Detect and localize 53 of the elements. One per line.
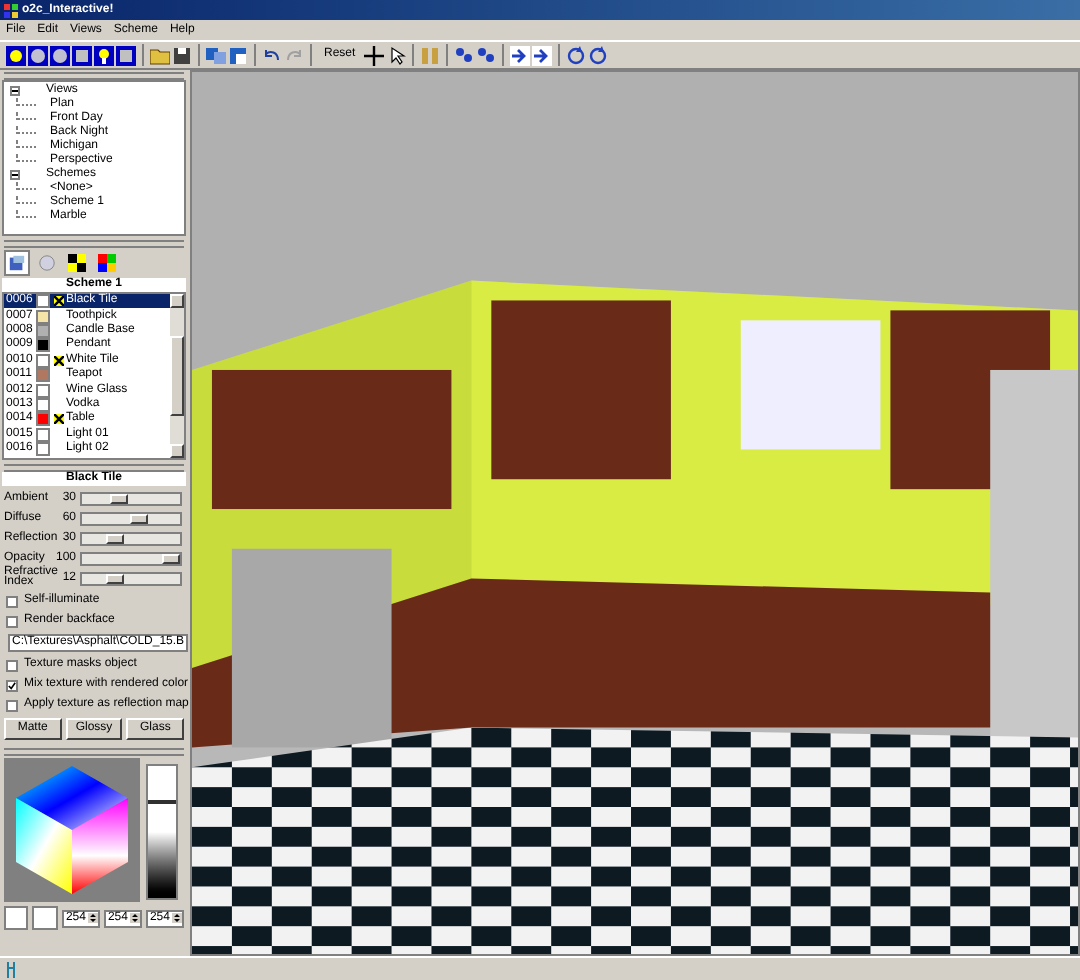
panel-grip[interactable] [4,240,184,248]
arrow-icon[interactable] [531,45,552,65]
slider-thumb[interactable] [130,513,148,523]
spin-arrows-icon[interactable] [129,910,140,926]
slider-track[interactable] [80,491,182,505]
slider-track[interactable] [80,571,182,585]
slider-thumb[interactable] [110,493,128,503]
checkbox[interactable] [6,659,18,671]
palette-icon [98,254,116,272]
cube-icon[interactable] [72,45,92,65]
light-icon[interactable] [6,45,26,65]
checker-icon [68,254,86,272]
refresh-icon[interactable] [587,45,608,65]
bulb-icon[interactable] [94,45,114,65]
sphere-icon[interactable] [50,45,70,65]
material-tab[interactable] [64,250,90,276]
slider-thumb[interactable] [106,573,124,583]
app-icon [4,3,18,17]
copy-icon[interactable] [206,45,226,65]
status-icon [6,961,16,977]
previous-color-swatch [32,906,58,930]
spin-arrows-icon[interactable] [171,910,182,926]
checkbox[interactable] [6,699,18,711]
refresh-icon[interactable] [565,45,586,65]
check-icon [8,681,16,689]
pointer-icon[interactable] [385,45,406,65]
expander[interactable] [10,170,20,180]
slider-thumb[interactable] [162,553,180,563]
panel-grip[interactable] [4,748,184,756]
color-cube-picker[interactable] [4,758,140,902]
panel-grip[interactable] [4,72,184,80]
paste-icon[interactable] [228,45,248,65]
spin-arrows-icon[interactable] [87,910,98,926]
sphere-icon[interactable] [28,45,48,65]
checkbox[interactable] [6,679,18,691]
expander[interactable] [10,86,20,96]
slider-track[interactable] [80,551,182,565]
checkbox[interactable] [6,615,18,627]
slider-track[interactable] [80,511,182,525]
move-icon[interactable] [363,45,384,65]
cube-icon [8,254,26,272]
cube-icon[interactable] [116,45,136,65]
brightness-slider[interactable] [146,764,178,900]
arrow-icon[interactable] [509,45,530,65]
slider-track[interactable] [80,531,182,545]
panel-grip[interactable] [4,464,184,472]
sphere-icon [38,254,56,272]
undo-icon[interactable] [262,45,282,65]
scrollbar[interactable] [170,294,184,458]
checkbox[interactable] [6,595,18,607]
current-color-swatch [4,906,29,930]
save-icon[interactable] [172,45,192,65]
slider-thumb[interactable] [106,533,124,543]
